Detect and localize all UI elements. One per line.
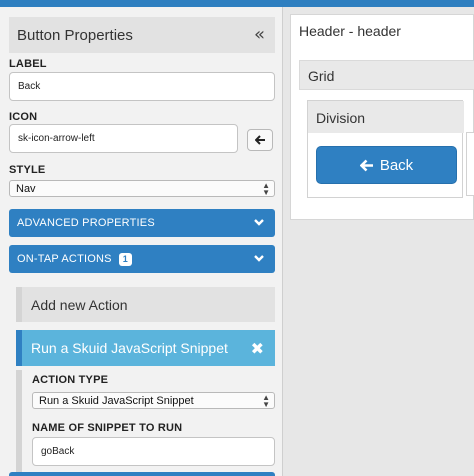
label-input[interactable]: Back: [9, 72, 275, 101]
style-field-label: STYLE: [9, 164, 46, 176]
add-new-action-button[interactable]: Add new Action: [16, 287, 275, 322]
action-type-select[interactable]: Run a Skuid JavaScript Snippet ▲ ▼: [32, 392, 275, 409]
adjacent-division-edge: [466, 132, 474, 196]
arrow-left-icon: [254, 135, 265, 145]
action-item-title: Run a Skuid JavaScript Snippet: [31, 340, 228, 356]
select-arrows-icon: ▲ ▼: [262, 393, 270, 409]
action-count-badge: 1: [118, 252, 132, 266]
icon-field-label: ICON: [9, 111, 38, 123]
grid-component[interactable]: Grid: [299, 60, 474, 90]
icon-input[interactable]: sk-icon-arrow-left: [9, 124, 238, 153]
on-tap-actions-label: ON-TAP ACTIONS: [17, 253, 112, 265]
select-arrows-icon: ▲ ▼: [262, 181, 270, 197]
properties-panel: Button Properties « LABEL Back ICON sk-i…: [0, 7, 283, 476]
division-component[interactable]: Division Back: [307, 100, 464, 198]
style-select-value: Nav: [16, 182, 36, 195]
panel-header: Button Properties «: [9, 17, 275, 53]
icon-picker-button[interactable]: [247, 129, 273, 151]
action-details: ACTION TYPE Run a Skuid JavaScript Snipp…: [16, 370, 275, 476]
action-type-value: Run a Skuid JavaScript Snippet: [39, 394, 194, 407]
grid-title: Grid: [308, 68, 335, 84]
top-accent-bar: [0, 0, 474, 7]
advanced-properties-section[interactable]: ADVANCED PROPERTIES: [9, 209, 275, 237]
chevron-down-icon: [254, 219, 264, 226]
action-item-run-snippet[interactable]: Run a Skuid JavaScript Snippet ✖: [16, 330, 275, 366]
header-title: Header - header: [299, 23, 401, 39]
division-title: Division: [316, 110, 366, 126]
back-button-preview[interactable]: Back: [316, 146, 457, 184]
chevron-down-icon: [254, 255, 264, 262]
on-tap-actions-section[interactable]: ON-TAP ACTIONS 1: [9, 245, 275, 273]
arrow-left-icon: [359, 159, 373, 171]
snippet-name-label: NAME OF SNIPPET TO RUN: [32, 422, 183, 434]
style-select[interactable]: Nav ▲ ▼: [9, 180, 275, 197]
action-type-label: ACTION TYPE: [32, 374, 109, 386]
division-header: Division: [308, 101, 464, 133]
advanced-properties-label: ADVANCED PROPERTIES: [17, 217, 155, 229]
next-section-bar[interactable]: [9, 472, 275, 476]
panel-title: Button Properties: [17, 27, 133, 44]
collapse-icon[interactable]: «: [254, 24, 265, 45]
close-icon[interactable]: ✖: [251, 339, 264, 359]
header-component[interactable]: Header - header Grid Division Back: [290, 14, 474, 220]
label-field-label: LABEL: [9, 58, 47, 70]
snippet-name-input[interactable]: goBack: [32, 437, 275, 466]
back-button-label: Back: [379, 156, 414, 174]
